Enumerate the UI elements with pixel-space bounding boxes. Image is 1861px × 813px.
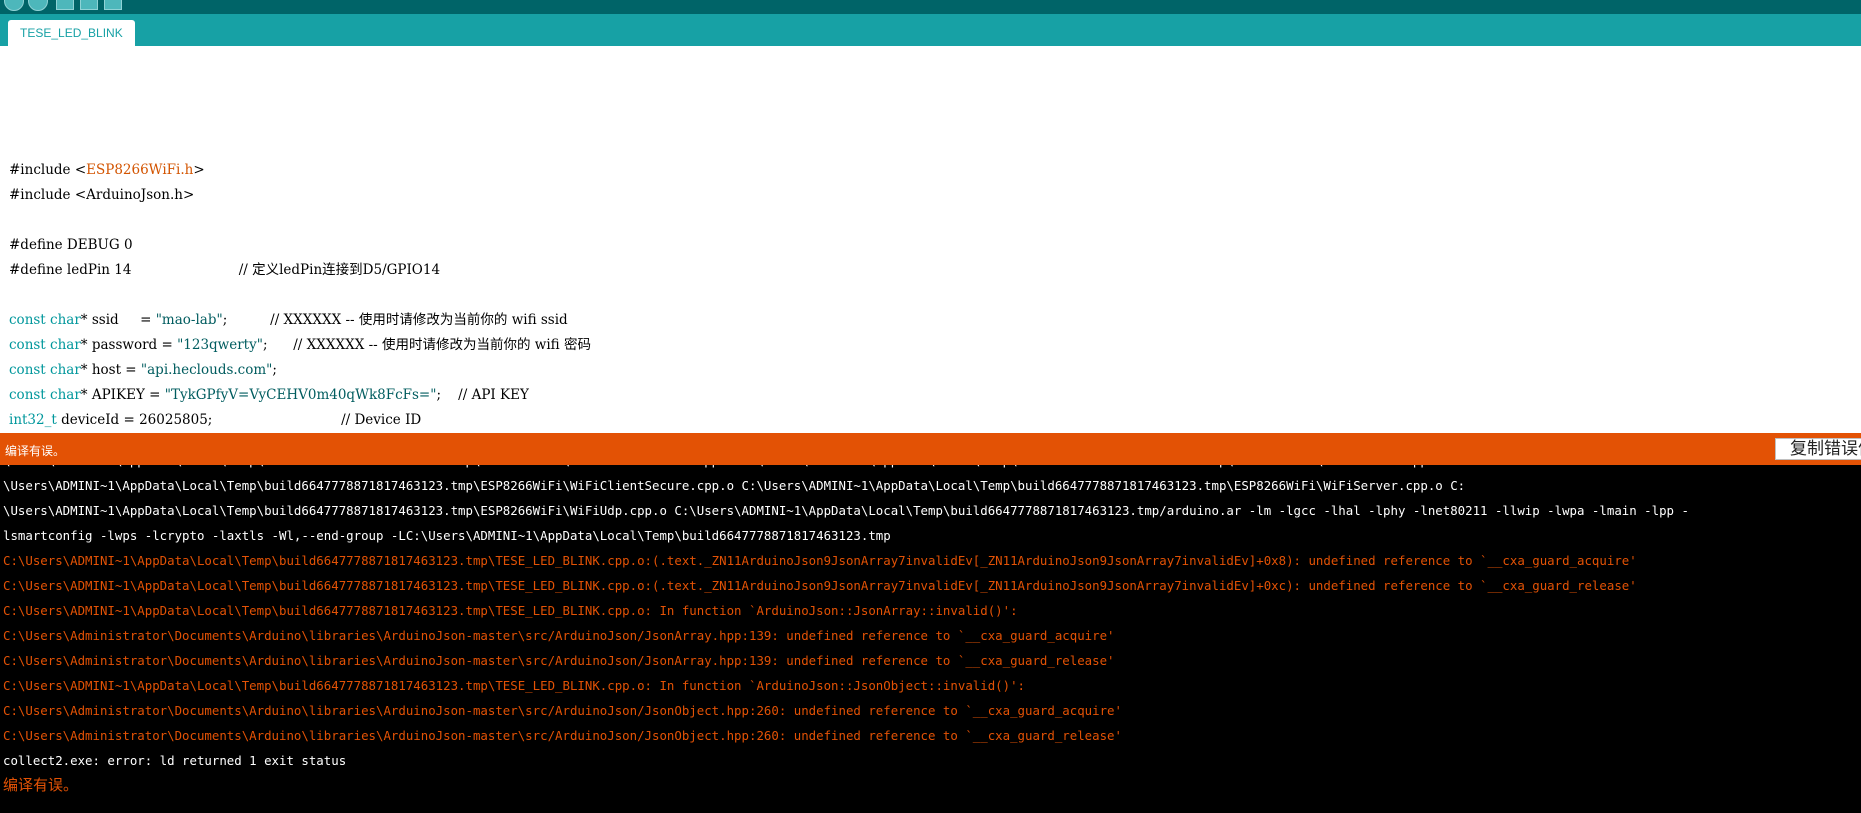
code-token: char [50,362,81,378]
console-line: C:\Users\ADMINI~1\AppData\Local\Temp\bui… [3,678,1025,693]
code-token: char [50,337,81,353]
code-token: #define DEBUG 0 [9,237,133,253]
tab-bar: TESE_LED_BLINK [0,14,1861,46]
console-line: C:\Users\Administrator\Documents\Arduino… [3,703,1122,718]
code-token: const [9,337,51,353]
console-line: \Users\ADMINI~1\AppData\Local\Temp\build… [3,478,1466,493]
code-line: #include <ESP8266WiFi.h> [9,158,205,183]
save-icon[interactable] [104,0,122,10]
console-line: collect2.exe: error: ld returned 1 exit … [3,753,347,768]
code-token: * host = [80,362,141,378]
code-editor[interactable]: #include <ESP8266WiFi.h> #include <Arduin… [0,46,1861,433]
console-line: \Users\ADMINI~1\AppData\Local\Temp\build… [3,503,1689,518]
code-token: #include <ArduinoJson.h> [9,187,195,203]
console-line: C:\Users\ADMINI~1\AppData\Local\Temp\bui… [3,553,1637,568]
code-line: const char* ssid = "mao-lab"; // XXXXXX … [9,308,568,333]
console-line: \Users\ADMINI~1\AppData\Local\Temp\build… [3,465,1465,473]
code-token: "123qwerty" [177,337,263,353]
code-line: const char* APIKEY = "TykGPfyV=VyCEHV0m4… [9,383,529,408]
code-token: ; // API KEY [436,387,529,403]
console-line: C:\Users\Administrator\Documents\Arduino… [3,728,1122,743]
tab-sketch[interactable]: TESE_LED_BLINK [8,20,135,46]
console-output: \Users\ADMINI~1\AppData\Local\Temp\build… [0,465,1861,813]
code-line: int32_t deviceId = 26025805; // Device I… [9,408,421,433]
toolbar [0,0,1861,14]
console-line: C:\Users\Administrator\Documents\Arduino… [3,653,1115,668]
code-token: #include < [9,162,87,178]
status-message: 编译有误。 [5,444,66,458]
code-token: "mao-lab" [155,312,223,328]
code-token: int32_t [9,412,57,428]
open-icon[interactable] [80,0,98,10]
code-token: ; [272,362,277,378]
code-token: deviceId = 26025805; // Device ID [56,412,422,428]
copy-error-button[interactable]: 复制错误信息 [1775,438,1861,460]
code-token: ; // XXXXXX -- 使用时请修改为当前你的 wifi ssid [222,312,568,328]
status-bar: 编译有误。 复制错误信息 [0,433,1861,465]
code-token: char [50,312,81,328]
code-token: char [50,387,81,403]
console-line: C:\Users\ADMINI~1\AppData\Local\Temp\bui… [3,603,1018,618]
code-line: #define ledPin 14 // 定义ledPin连接到D5/GPIO1… [9,258,440,283]
code-token: "api.heclouds.com" [140,362,273,378]
console-line: 编译有误。 [3,776,79,794]
new-icon[interactable] [56,0,74,10]
code-token: #define ledPin 14 // 定义ledPin连接到D5/GPIO1… [9,262,441,278]
code-line: #include <ArduinoJson.h> [9,183,194,208]
code-token: ; // XXXXXX -- 使用时请修改为当前你的 wifi 密码 [262,337,591,353]
code-token: const [9,362,51,378]
code-token: "TykGPfyV=VyCEHV0m40qWk8FcFs=" [164,387,437,403]
code-token: * APIKEY = [80,387,165,403]
code-token: * ssid = [80,312,156,328]
code-token: ESP8266WiFi.h [86,162,194,178]
code-token: * password = [80,337,178,353]
code-token: const [9,312,51,328]
code-token: const [9,387,51,403]
console-line: lsmartconfig -lwps -lcrypto -laxtls -Wl,… [3,528,891,543]
code-token: > [193,162,205,178]
console-line: C:\Users\ADMINI~1\AppData\Local\Temp\bui… [3,578,1637,593]
code-line: #define DEBUG 0 [9,233,133,258]
console-line: C:\Users\Administrator\Documents\Arduino… [3,628,1115,643]
verify-icon[interactable] [4,0,24,11]
code-line: const char* host = "api.heclouds.com"; [9,358,277,383]
upload-icon[interactable] [28,0,48,11]
code-line: const char* password = "123qwerty"; // X… [9,333,591,358]
